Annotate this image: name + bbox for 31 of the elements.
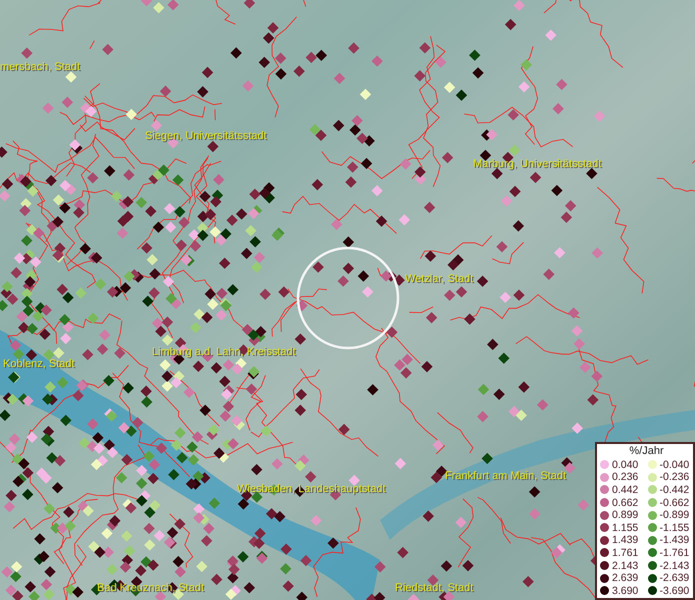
legend-value: 2.143 (612, 560, 638, 572)
legend-value: -1.761 (660, 546, 690, 559)
place-label: Frankfurt am Main, Stadt (445, 470, 566, 482)
place-label: Koblenz, Stadt (3, 358, 75, 370)
place-label: Siegen, Universitätsstadt (145, 130, 267, 142)
legend-value: -0.442 (660, 484, 690, 496)
legend-value: 0.040 (612, 458, 638, 471)
place-label: Riedstadt, Stadt (395, 582, 474, 594)
legend-value: -0.899 (660, 509, 690, 522)
selection-circle[interactable] (296, 246, 400, 350)
legend-value: -3.690 (660, 584, 690, 597)
legend-value: -1.439 (660, 534, 690, 546)
legend-value: -2.639 (660, 572, 690, 584)
legend-value: -0.236 (660, 471, 690, 484)
legend-value: 0.236 (612, 471, 638, 484)
legend-value: 0.662 (612, 496, 638, 509)
legend-value: 1.155 (612, 522, 638, 534)
place-label: mersbach, Stadt (0, 61, 80, 73)
place-label: Marburg, Universitätsstadt (473, 158, 602, 170)
legend-value: -0.662 (660, 496, 690, 509)
legend-value: 0.442 (612, 484, 638, 496)
legend-value: -1.155 (660, 522, 690, 534)
legend-value: 1.761 (612, 546, 638, 559)
legend-value: -0.040 (660, 458, 690, 471)
legend-value: -2.143 (660, 560, 690, 572)
legend-value: 0.899 (612, 509, 638, 522)
legend-value: 1.439 (612, 534, 638, 546)
place-label: Wetzlar, Stadt (405, 273, 474, 285)
legend-title: %/Jahr (628, 445, 665, 458)
legend-value: 2.639 (612, 572, 638, 584)
legend-value: 3.690 (612, 584, 638, 597)
